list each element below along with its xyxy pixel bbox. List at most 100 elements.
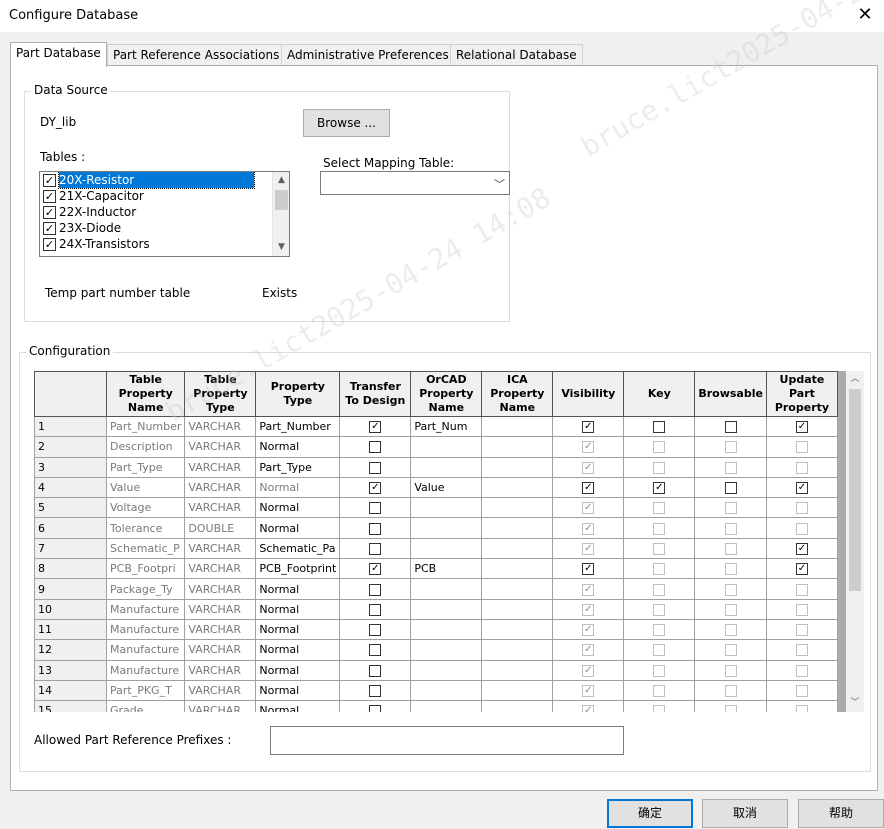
table-row[interactable]: 8 PCB_Footpri VARCHAR PCB_Footprint ✓ PCB ✓ ✓ bbox=[34, 558, 838, 580]
transfer-to-design-checkbox[interactable] bbox=[369, 542, 382, 555]
ica-property-name[interactable] bbox=[481, 415, 554, 438]
browsable-checkbox[interactable] bbox=[724, 482, 737, 495]
ica-property-name[interactable] bbox=[481, 700, 554, 712]
transfer-to-design-checkbox[interactable]: ✓ bbox=[369, 421, 382, 434]
row-number[interactable]: 7 bbox=[34, 537, 107, 560]
table-row[interactable]: 11 Manufacture VARCHAR Normal ✓ bbox=[34, 618, 838, 641]
checkbox[interactable]: ✓ bbox=[43, 237, 56, 251]
tab-part-reference-associations[interactable]: Part Reference Associations bbox=[107, 44, 286, 66]
column-header[interactable]: Browsable bbox=[694, 371, 767, 417]
transfer-to-design-cell[interactable]: ✓ bbox=[339, 558, 412, 580]
transfer-to-design-checkbox[interactable] bbox=[369, 461, 382, 474]
orcad-property-name[interactable]: PCB bbox=[410, 558, 483, 580]
orcad-property-name[interactable] bbox=[410, 639, 483, 661]
key-cell[interactable] bbox=[623, 415, 696, 438]
scroll-thumb[interactable] bbox=[275, 190, 288, 210]
table-row[interactable]: 5 Voltage VARCHAR Normal ✓ bbox=[34, 497, 838, 519]
table-row[interactable]: 12 Manufacture VARCHAR Normal ✓ bbox=[34, 639, 838, 661]
update-part-property-checkbox[interactable]: ✓ bbox=[795, 482, 808, 495]
update-part-property-cell[interactable]: ✓ bbox=[765, 415, 838, 438]
transfer-to-design-cell[interactable] bbox=[339, 497, 412, 519]
row-number[interactable]: 9 bbox=[34, 578, 107, 600]
property-type[interactable]: PCB_Footprint bbox=[255, 558, 341, 580]
table-list-item[interactable]: ✓ 21X-Capacitor bbox=[40, 188, 289, 204]
table-row[interactable]: 4 Value VARCHAR Normal ✓ Value ✓ ✓ ✓ bbox=[34, 476, 838, 499]
transfer-to-design-cell[interactable] bbox=[339, 598, 412, 620]
key-checkbox[interactable] bbox=[653, 421, 666, 434]
allowed-prefixes-input[interactable] bbox=[270, 726, 624, 755]
chevron-down-icon[interactable]: ﹀ bbox=[494, 176, 505, 192]
tab-administrative-preferences[interactable]: Administrative Preferences bbox=[281, 44, 455, 66]
configuration-grid[interactable]: Table Property Name Table Property Type Pr… bbox=[34, 371, 864, 712]
visibility-cell[interactable]: ✓ bbox=[552, 558, 625, 580]
column-header[interactable]: Table Property Type bbox=[184, 371, 257, 417]
update-part-property-checkbox[interactable]: ✓ bbox=[795, 542, 808, 555]
orcad-property-name[interactable] bbox=[410, 598, 483, 620]
table-list-item[interactable]: ✓ 22X-Inductor bbox=[40, 204, 289, 220]
row-number[interactable]: 6 bbox=[34, 517, 107, 539]
column-header[interactable]: Table Property Name bbox=[105, 371, 186, 417]
update-part-property-checkbox[interactable]: ✓ bbox=[795, 421, 808, 434]
table-row[interactable]: 13 Manufacture VARCHAR Normal ✓ bbox=[34, 659, 838, 681]
row-number[interactable]: 12 bbox=[34, 639, 107, 661]
update-part-property-cell[interactable]: ✓ bbox=[765, 476, 838, 499]
scroll-up-icon[interactable]: ︿ bbox=[846, 371, 864, 388]
transfer-to-design-cell[interactable] bbox=[339, 659, 412, 681]
checkbox[interactable]: ✓ bbox=[43, 221, 56, 235]
table-row[interactable]: 2 Description VARCHAR Normal ✓ bbox=[34, 436, 838, 458]
scroll-down-icon[interactable]: ▼ bbox=[273, 239, 289, 256]
column-header[interactable]: Update Part Property bbox=[765, 371, 838, 417]
property-type[interactable]: Normal bbox=[255, 476, 341, 499]
transfer-to-design-cell[interactable] bbox=[339, 679, 412, 702]
table-list-item[interactable]: ✓ 24X-Transistors bbox=[40, 236, 289, 252]
scroll-up-icon[interactable]: ▲ bbox=[273, 172, 289, 189]
property-type[interactable]: Normal bbox=[255, 497, 341, 519]
visibility-checkbox[interactable]: ✓ bbox=[582, 482, 595, 495]
transfer-to-design-checkbox[interactable] bbox=[369, 583, 382, 596]
property-type[interactable]: Normal bbox=[255, 598, 341, 620]
transfer-to-design-checkbox[interactable] bbox=[369, 685, 382, 697]
table-row[interactable]: 7 Schematic_P VARCHAR Schematic_Pa ✓ ✓ bbox=[34, 537, 838, 560]
transfer-to-design-cell[interactable] bbox=[339, 639, 412, 661]
mapping-table-combo[interactable]: ﹀ bbox=[320, 171, 510, 195]
row-number[interactable]: 15 bbox=[34, 700, 107, 712]
property-type[interactable]: Schematic_Pa bbox=[255, 537, 341, 560]
table-row[interactable]: 15 Grade VARCHAR Normal ✓ bbox=[34, 700, 838, 712]
table-row[interactable]: 9 Package_Ty VARCHAR Normal ✓ bbox=[34, 578, 838, 600]
column-header[interactable]: ICA Property Name bbox=[481, 371, 554, 417]
checkbox[interactable]: ✓ bbox=[43, 189, 56, 203]
table-list-item[interactable]: ✓ 23X-Diode bbox=[40, 220, 289, 236]
ica-property-name[interactable] bbox=[481, 639, 554, 661]
orcad-property-name[interactable] bbox=[410, 517, 483, 539]
checkbox[interactable]: ✓ bbox=[43, 205, 56, 219]
transfer-to-design-cell[interactable] bbox=[339, 456, 412, 478]
orcad-property-name[interactable] bbox=[410, 659, 483, 681]
update-part-property-cell[interactable]: ✓ bbox=[765, 537, 838, 560]
transfer-to-design-cell[interactable] bbox=[339, 578, 412, 600]
transfer-to-design-cell[interactable] bbox=[339, 618, 412, 641]
ica-property-name[interactable] bbox=[481, 618, 554, 641]
column-header[interactable]: Property Type bbox=[255, 371, 341, 417]
ica-property-name[interactable] bbox=[481, 598, 554, 620]
ica-property-name[interactable] bbox=[481, 578, 554, 600]
row-number[interactable]: 3 bbox=[34, 456, 107, 478]
property-type[interactable]: Normal bbox=[255, 517, 341, 539]
orcad-property-name[interactable] bbox=[410, 578, 483, 600]
transfer-to-design-cell[interactable] bbox=[339, 436, 412, 458]
browse-button[interactable]: Browse ... bbox=[303, 109, 390, 137]
column-header[interactable]: Key bbox=[623, 371, 696, 417]
transfer-to-design-checkbox[interactable] bbox=[369, 502, 382, 515]
row-number[interactable]: 2 bbox=[34, 436, 107, 458]
column-header[interactable]: OrCAD Property Name bbox=[410, 371, 483, 417]
transfer-to-design-cell[interactable] bbox=[339, 700, 412, 712]
transfer-to-design-checkbox[interactable] bbox=[369, 624, 382, 637]
browsable-cell[interactable] bbox=[694, 415, 767, 438]
orcad-property-name[interactable]: Part_Num bbox=[410, 415, 483, 438]
close-icon[interactable]: ✕ bbox=[852, 3, 878, 27]
grid-scrollbar[interactable]: ︿ ﹀ bbox=[846, 371, 864, 712]
orcad-property-name[interactable] bbox=[410, 436, 483, 458]
transfer-to-design-cell[interactable]: ✓ bbox=[339, 415, 412, 438]
orcad-property-name[interactable] bbox=[410, 497, 483, 519]
row-number[interactable]: 4 bbox=[34, 476, 107, 499]
row-number[interactable]: 8 bbox=[34, 558, 107, 580]
